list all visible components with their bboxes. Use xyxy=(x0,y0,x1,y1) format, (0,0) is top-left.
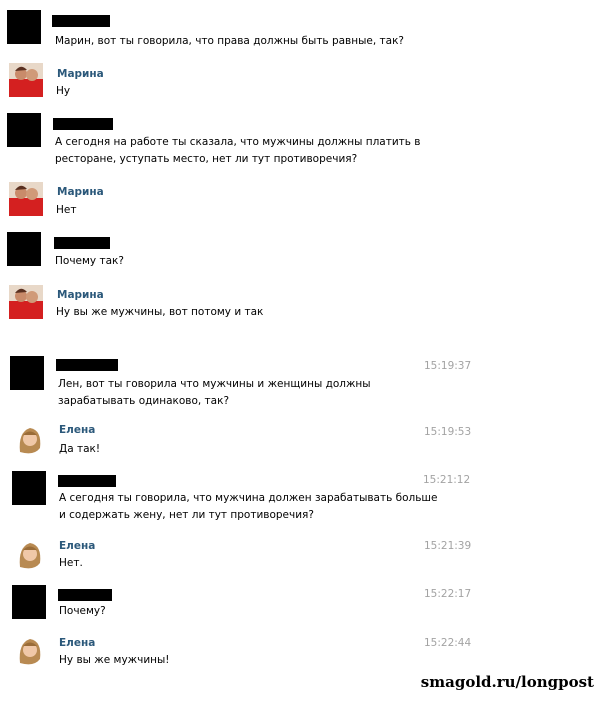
avatar-marina-image xyxy=(9,182,43,216)
avatar-redacted[interactable] xyxy=(7,10,41,44)
message-text: Марин, вот ты говорила, что права должны… xyxy=(55,35,405,47)
avatar-elena-image xyxy=(12,422,46,456)
sender-name[interactable]: Елена xyxy=(59,540,95,552)
avatar-redacted[interactable] xyxy=(10,356,44,390)
message-text: Ну вы же мужчины, вот потому и так xyxy=(56,306,264,318)
redacted-name xyxy=(52,15,110,27)
message-text: Ну вы же мужчины! xyxy=(59,654,170,666)
sender-name[interactable]: Марина xyxy=(57,68,104,80)
message-time: 15:22:17 xyxy=(424,588,472,600)
redacted-name xyxy=(56,359,118,371)
message-text: Да так! xyxy=(59,443,101,455)
redacted-name xyxy=(54,237,110,249)
avatar-redacted[interactable] xyxy=(12,471,46,505)
avatar-redacted[interactable] xyxy=(7,113,41,147)
message-time: 15:21:39 xyxy=(424,540,472,552)
avatar-elena-image xyxy=(12,537,46,571)
redacted-name xyxy=(58,475,116,487)
message-text: Почему так? xyxy=(55,255,124,267)
avatar-redacted[interactable] xyxy=(12,585,46,619)
avatar-marina-image xyxy=(9,63,43,97)
sender-name[interactable]: Елена xyxy=(59,424,95,436)
sender-name[interactable]: Марина xyxy=(57,186,104,198)
avatar-marina[interactable] xyxy=(9,182,43,216)
redacted-name xyxy=(58,589,112,601)
message-text: Ну xyxy=(56,85,71,97)
message-text: А сегодня на работе ты сказала, что мужч… xyxy=(55,136,421,165)
message-text: Нет xyxy=(56,204,77,216)
watermark: smagold.ru/longpost xyxy=(420,673,594,691)
message-text: Почему? xyxy=(59,605,106,617)
message-time: 15:19:53 xyxy=(424,426,472,438)
message-time: 15:21:12 xyxy=(423,474,471,486)
message-text: Нет. xyxy=(59,557,83,569)
redacted-name xyxy=(53,118,113,130)
avatar-marina[interactable] xyxy=(9,285,43,319)
avatar-elena[interactable] xyxy=(12,537,46,571)
message-time: 15:19:37 xyxy=(424,360,472,372)
sender-name[interactable]: Елена xyxy=(59,637,95,649)
sender-name[interactable]: Марина xyxy=(57,289,104,301)
avatar-marina-image xyxy=(9,285,43,319)
avatar-elena[interactable] xyxy=(12,633,46,667)
avatar-marina[interactable] xyxy=(9,63,43,97)
avatar-redacted[interactable] xyxy=(7,232,41,266)
message-time: 15:22:44 xyxy=(424,637,472,649)
avatar-elena[interactable] xyxy=(12,422,46,456)
message-text: Лен, вот ты говорила что мужчины и женщи… xyxy=(58,378,371,407)
avatar-elena-image xyxy=(12,633,46,667)
message-text: А сегодня ты говорила, что мужчина долже… xyxy=(59,492,438,521)
